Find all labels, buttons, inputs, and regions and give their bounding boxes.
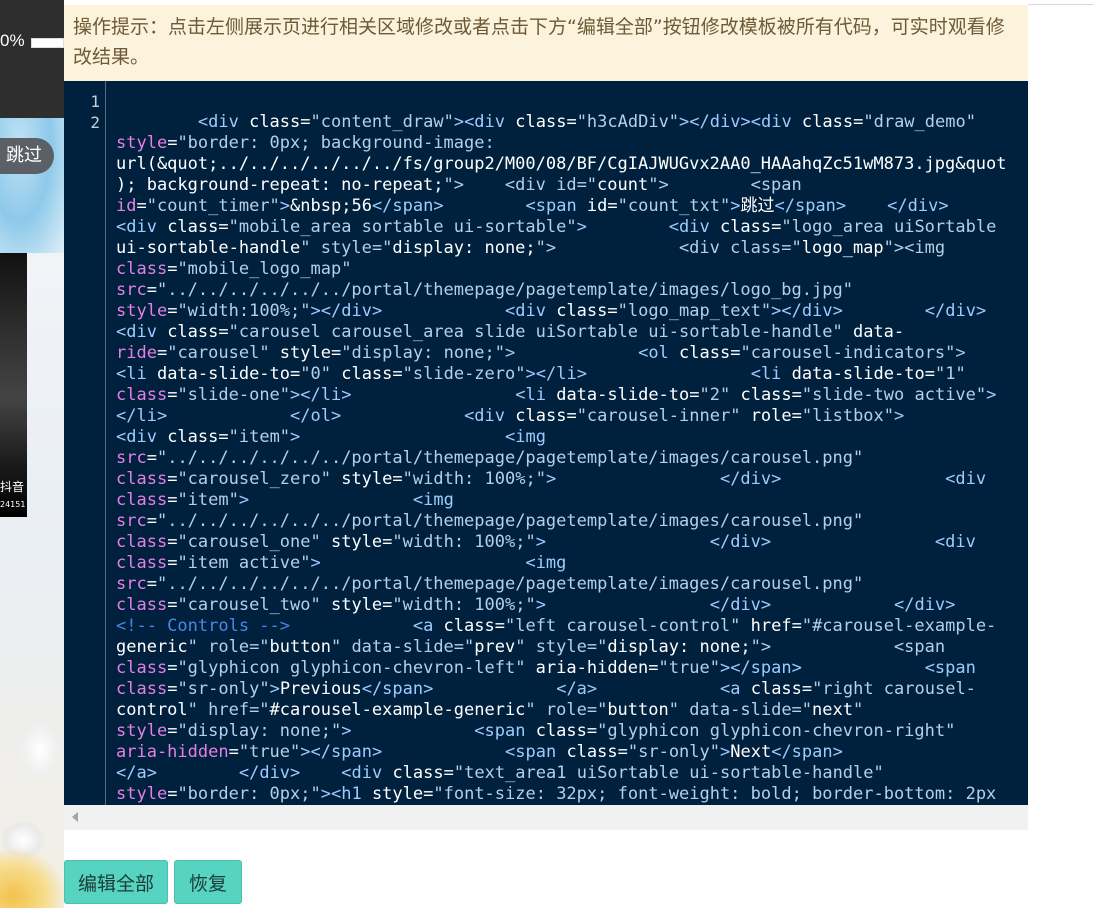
code-line[interactable]: class="carousel_two" style="width: 100%;… [116, 595, 955, 615]
scroll-left-icon[interactable] [72, 812, 78, 822]
operation-tip: 操作提示：点击左侧展示页进行相关区域修改或者点击下方“编辑全部”按钮修改模板被所… [64, 5, 1028, 81]
gold-decoration-image [0, 850, 64, 908]
code-line[interactable]: </a> </div> <div class="text_area1 uiSor… [116, 763, 884, 783]
preview-skip-button[interactable]: 跳过 [0, 138, 54, 174]
code-line[interactable]: class="glyphicon glyphicon-chevron-left"… [116, 658, 976, 678]
code-line[interactable]: <div class="carousel carousel_area slide… [116, 322, 904, 342]
code-line[interactable]: generic" role="button" data-slide="prev"… [116, 637, 945, 657]
code-line[interactable]: <!-- Controls --> <a class="left carouse… [116, 616, 996, 636]
code-line[interactable]: src="../../../../../../portal/themepage/… [116, 448, 863, 468]
code-line[interactable]: <div class="mobile_area sortable ui-sort… [116, 217, 996, 237]
preview-video-id: 24151 [0, 500, 26, 509]
code-line[interactable]: class="slide-one"></li> <li data-slide-t… [116, 385, 996, 405]
code-line[interactable]: <div class="item"> <img [116, 427, 546, 447]
code-line[interactable]: src="../../../../../../portal/themepage/… [116, 574, 863, 594]
horizontal-scrollbar[interactable] [64, 805, 1028, 830]
preview-video-caption: 抖音 [0, 480, 25, 494]
code-line[interactable]: class="item active"> <img [116, 553, 566, 573]
code-line[interactable]: style="border: 0px;"><h1 style="font-siz… [116, 784, 996, 804]
code-line[interactable]: control" href="#carousel-example-generic… [116, 700, 863, 720]
code-line[interactable]: </li> </ol> <div class="carousel-inner" … [116, 406, 904, 426]
dove-image [20, 720, 60, 780]
code-line[interactable]: <li data-slide-to="0" class="slide-zero"… [116, 364, 966, 384]
code-line[interactable]: aria-hidden="true"></span> <span class="… [116, 742, 843, 762]
code-line[interactable]: style="display: none;"> <span class="gly… [116, 721, 955, 741]
code-line[interactable]: style="border: 0px; background-image: [116, 133, 495, 153]
code-line[interactable]: ui-sortable-handle" style="display: none… [116, 238, 945, 258]
code-line[interactable]: class="carousel_one" style="width: 100%;… [116, 532, 976, 552]
code-line[interactable]: <div class="content_draw"><div class="h3… [116, 112, 976, 132]
code-line[interactable]: class="sr-only">Previous</span> </a> <a … [116, 679, 976, 699]
preview-splash-header [0, 0, 64, 118]
line-number-gutter: 12 [64, 81, 106, 805]
code-line[interactable]: class="item"> <img [116, 490, 454, 510]
code-content[interactable]: <div class="content_draw"><div class="h3… [116, 91, 1028, 805]
scrollbar-thumb[interactable] [86, 810, 1026, 824]
code-line[interactable]: url(&quot;../../../../../../fs/group2/M0… [116, 154, 1006, 174]
restore-button[interactable]: 恢复 [174, 860, 242, 904]
code-line[interactable]: src="../../../../../../portal/themepage/… [116, 280, 853, 300]
edit-all-button[interactable]: 编辑全部 [64, 860, 168, 904]
code-line[interactable]: class="mobile_logo_map" [116, 259, 351, 279]
code-line[interactable]: ); background-repeat: no-repeat;"> <div … [116, 175, 802, 195]
line-number: 2 [90, 113, 100, 132]
code-line[interactable]: src="../../../../../../portal/themepage/… [116, 511, 863, 531]
code-editor[interactable]: 12 <div class="content_draw"><div class=… [64, 81, 1028, 805]
line-number: 1 [90, 92, 100, 111]
preview-progress-bar [31, 38, 64, 48]
code-line[interactable]: style="width:100%;"></div> <div class="l… [116, 301, 986, 321]
code-line[interactable]: class="carousel_zero" style="width: 100%… [116, 469, 986, 489]
code-line[interactable]: id="count_timer">&nbsp;56</span> <span i… [116, 196, 949, 216]
top-divider [1028, 4, 1094, 5]
code-line[interactable]: ride="carousel" style="display: none;"> … [116, 343, 966, 363]
mobile-preview-panel[interactable]: 0% 跳过 抖音 24151 [0, 0, 64, 908]
preview-progress-text: 0% [0, 31, 25, 50]
